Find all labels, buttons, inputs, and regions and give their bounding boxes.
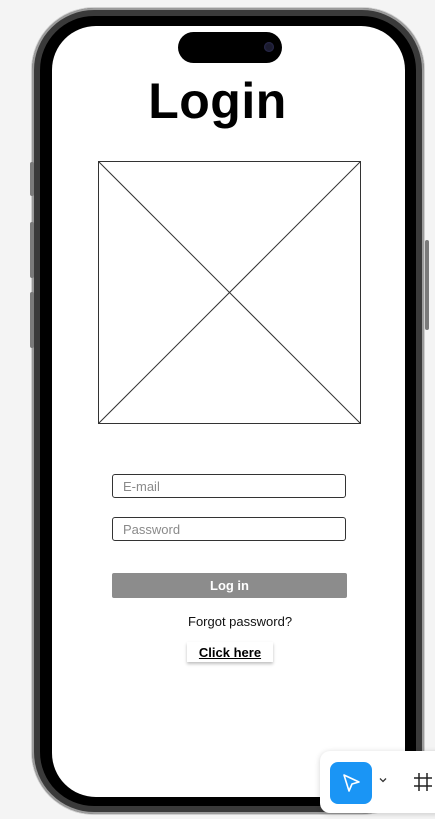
image-placeholder-icon <box>98 161 361 424</box>
phone-power-button <box>425 240 429 330</box>
page-title: Login <box>148 73 287 129</box>
phone-side-button <box>30 162 34 196</box>
forgot-password-text: Forgot password? <box>188 614 293 629</box>
click-here-link[interactable]: Click here <box>187 642 273 662</box>
move-pointer-icon <box>343 774 360 792</box>
phone-volume-up-button <box>30 222 34 278</box>
chevron-down-icon <box>379 778 387 783</box>
camera-icon <box>264 42 274 52</box>
move-tool-button[interactable] <box>330 762 372 804</box>
move-tool-dropdown[interactable] <box>378 774 388 786</box>
frame-tool-button[interactable] <box>410 768 435 796</box>
frame-hash-icon <box>414 773 432 791</box>
login-button[interactable]: Log in <box>112 573 347 598</box>
password-field[interactable] <box>112 517 346 541</box>
email-field[interactable] <box>112 474 346 498</box>
phone-volume-down-button <box>30 292 34 348</box>
